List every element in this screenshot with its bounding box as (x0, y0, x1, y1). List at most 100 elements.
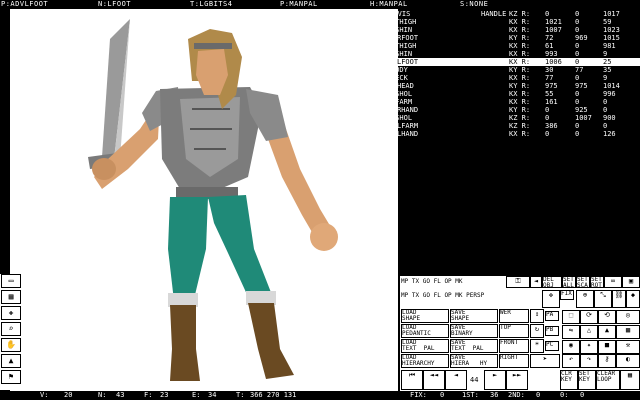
set-key-button[interactable]: SET KEY (578, 370, 596, 390)
rewind-icon[interactable]: ◄◄ (423, 370, 445, 390)
tab-op[interactable]: OP (444, 278, 451, 285)
save-hierarchy-button[interactable]: SAVE HIERA HY (450, 354, 498, 368)
tree-row[interactable]: LHAND KX R: 0 0 126 (381, 130, 640, 138)
rotate-z-icon[interactable]: ◎ (616, 310, 640, 324)
load-text-pal-button[interactable]: LOAD TEXT PAL (401, 339, 449, 353)
set-all-button[interactable]: SET ALL (562, 276, 576, 288)
select-box-icon[interactable]: ⬚ (562, 310, 580, 324)
tree-row[interactable]: RFARM KX R: 161 0 0 (381, 98, 640, 106)
set-sca-button[interactable]: SET SCA (576, 276, 590, 288)
play-icon[interactable]: ► (484, 370, 506, 390)
bone-icon[interactable]: ⚒ (616, 340, 640, 354)
tab-mp[interactable]: MP (401, 278, 408, 285)
key-icon[interactable]: ⚿ (506, 276, 530, 288)
eye-icon[interactable]: ◐ (616, 354, 640, 368)
zoom-in-icon[interactable]: ⊕ (576, 290, 594, 308)
tab2-mp[interactable]: MP (401, 292, 408, 299)
tab2-persp[interactable]: PERSP (466, 292, 484, 299)
node-rot-c: 1015 (603, 34, 620, 42)
select-icon[interactable]: ▲ (1, 354, 21, 368)
hierarchy-tree[interactable]: HANDLE PELVIS KZ R: 0 0 1017 RTHIGH KX R: 1021 0… (381, 9, 640, 139)
3d-viewport[interactable] (10, 9, 398, 391)
front-view-button[interactable]: FRONT (499, 339, 529, 353)
scale-icon[interactable]: ⤡ (594, 290, 612, 308)
cube-icon[interactable]: ◆ (626, 290, 640, 308)
del-obj-button[interactable]: DEL OBJ (542, 276, 562, 288)
wer-button[interactable]: WER (499, 309, 529, 323)
move-icon[interactable]: ✥ (542, 290, 560, 308)
tree-row[interactable]: RFOOT KY R: 72 969 1015 (381, 34, 640, 42)
tree-row[interactable]: RSHIN KX R: 1007 0 1023 (381, 26, 640, 34)
pc-button[interactable]: PC (545, 341, 559, 351)
load-hierarchy-button[interactable]: LOAD HIERARCHY (401, 354, 449, 368)
clr-key-button[interactable]: CLR KEY (560, 370, 578, 390)
rewind-start-icon[interactable]: ⏮ (401, 370, 423, 390)
grid-icon[interactable]: ▦ (620, 370, 640, 390)
tab2-op[interactable]: OP (444, 292, 451, 299)
solid-icon[interactable]: ▲ (598, 325, 616, 339)
node-name: LFARM (397, 122, 419, 130)
fast-forward-icon[interactable]: ►► (506, 370, 528, 390)
tab-mk[interactable]: MK (455, 278, 462, 285)
save-text-pal-button[interactable]: SAVE TEXT PAL (450, 339, 498, 353)
new-tool-icon[interactable]: ▭ (1, 274, 21, 288)
up-down-icon[interactable]: ↕ (530, 309, 544, 323)
tab-fl[interactable]: FL (434, 278, 441, 285)
camera-icon[interactable]: ◉ (562, 340, 580, 354)
step-back-icon[interactable]: ◄ (445, 370, 467, 390)
tree-row[interactable]: HEAD KY R: 975 975 1014 (381, 82, 640, 90)
load-pedantic-button[interactable]: LOAD PEDANTIC (401, 324, 449, 338)
pa-button[interactable]: PA (545, 311, 559, 321)
mirror-icon[interactable]: ⇋ (562, 325, 580, 339)
redo-icon[interactable]: ↷ (580, 354, 598, 368)
tree-row[interactable]: RTHIGH KX R: 1021 0 59 (381, 18, 640, 26)
arrow-left-icon[interactable]: ◄ (530, 276, 542, 288)
stamp-icon[interactable]: ⚑ (1, 370, 21, 384)
tab2-mk[interactable]: MK (455, 292, 462, 299)
tab-go[interactable]: GO (423, 278, 430, 285)
tree-row[interactable]: RSHOL KX R: 55 0 996 (381, 90, 640, 98)
tree-row[interactable]: LSHOL KZ R: 0 1007 900 (381, 114, 640, 122)
rotate-x-icon[interactable]: ⟳ (580, 310, 598, 324)
pointer-icon[interactable]: ➤ (530, 354, 560, 368)
tab2-go[interactable]: GO (423, 292, 430, 299)
right-view-button[interactable]: RIGHT (499, 354, 529, 368)
chain-icon[interactable]: ∞ (604, 276, 622, 288)
clear-loop-button[interactable]: CLEAR LOOP (596, 370, 620, 390)
save-binary-button[interactable]: SAVE BINARY (450, 324, 498, 338)
monitor-icon[interactable]: ▣ (622, 276, 640, 288)
grid-tool-icon[interactable]: ▦ (1, 290, 21, 304)
tree-row[interactable]: RHAND KY R: 0 925 0 (381, 106, 640, 114)
character-model[interactable] (10, 9, 398, 391)
tab2-fl[interactable]: FL (434, 292, 441, 299)
texture-icon[interactable]: ▩ (616, 325, 640, 339)
wire-icon[interactable]: △ (580, 325, 598, 339)
tree-row[interactable]: LSHIN KX R: 993 0 9 (381, 50, 640, 58)
tree-row[interactable]: LFOOT KX R: 1006 0 25 (381, 58, 640, 66)
color-icon[interactable]: ■ (598, 340, 616, 354)
tab-tx[interactable]: TX (412, 278, 419, 285)
tree-row[interactable]: PELVIS KZ R: 0 0 1017 (381, 10, 640, 18)
pb-button[interactable]: PB (545, 326, 559, 336)
zoom-icon[interactable]: ⌕ (1, 322, 21, 336)
tree-row[interactable]: BODY KY R: 30 77 35 (381, 66, 640, 74)
tree-row[interactable]: NECK KX R: 77 0 9 (381, 74, 640, 82)
tab2-tx[interactable]: TX (412, 292, 419, 299)
rotate-y-icon[interactable]: ⟲ (598, 310, 616, 324)
lock-icon[interactable]: ⚷ (598, 354, 616, 368)
set-rot-button[interactable]: SET ROT (590, 276, 604, 288)
tree-row[interactable]: LTHIGH KX R: 61 0 981 (381, 42, 640, 50)
undo-icon[interactable]: ↶ (562, 354, 580, 368)
rotate-icon[interactable]: ↻ (530, 324, 544, 338)
top-view-button[interactable]: TOP (499, 324, 529, 338)
light-icon[interactable]: ☀ (530, 339, 544, 353)
left-leg (208, 195, 272, 301)
hand-icon[interactable]: ✋ (1, 338, 21, 352)
link-icon[interactable]: ⛓ (612, 290, 626, 308)
save-shape-button[interactable]: SAVE SHAPE (450, 309, 498, 323)
load-shape-button[interactable]: LOAD SHAPE (401, 309, 449, 323)
fix-button[interactable]: FIX (560, 290, 574, 300)
light-bulb-icon[interactable]: ✦ (580, 340, 598, 354)
tree-row[interactable]: LFARM KZ R: 386 0 0 (381, 122, 640, 130)
add-tool-icon[interactable]: ✚ (1, 306, 21, 320)
